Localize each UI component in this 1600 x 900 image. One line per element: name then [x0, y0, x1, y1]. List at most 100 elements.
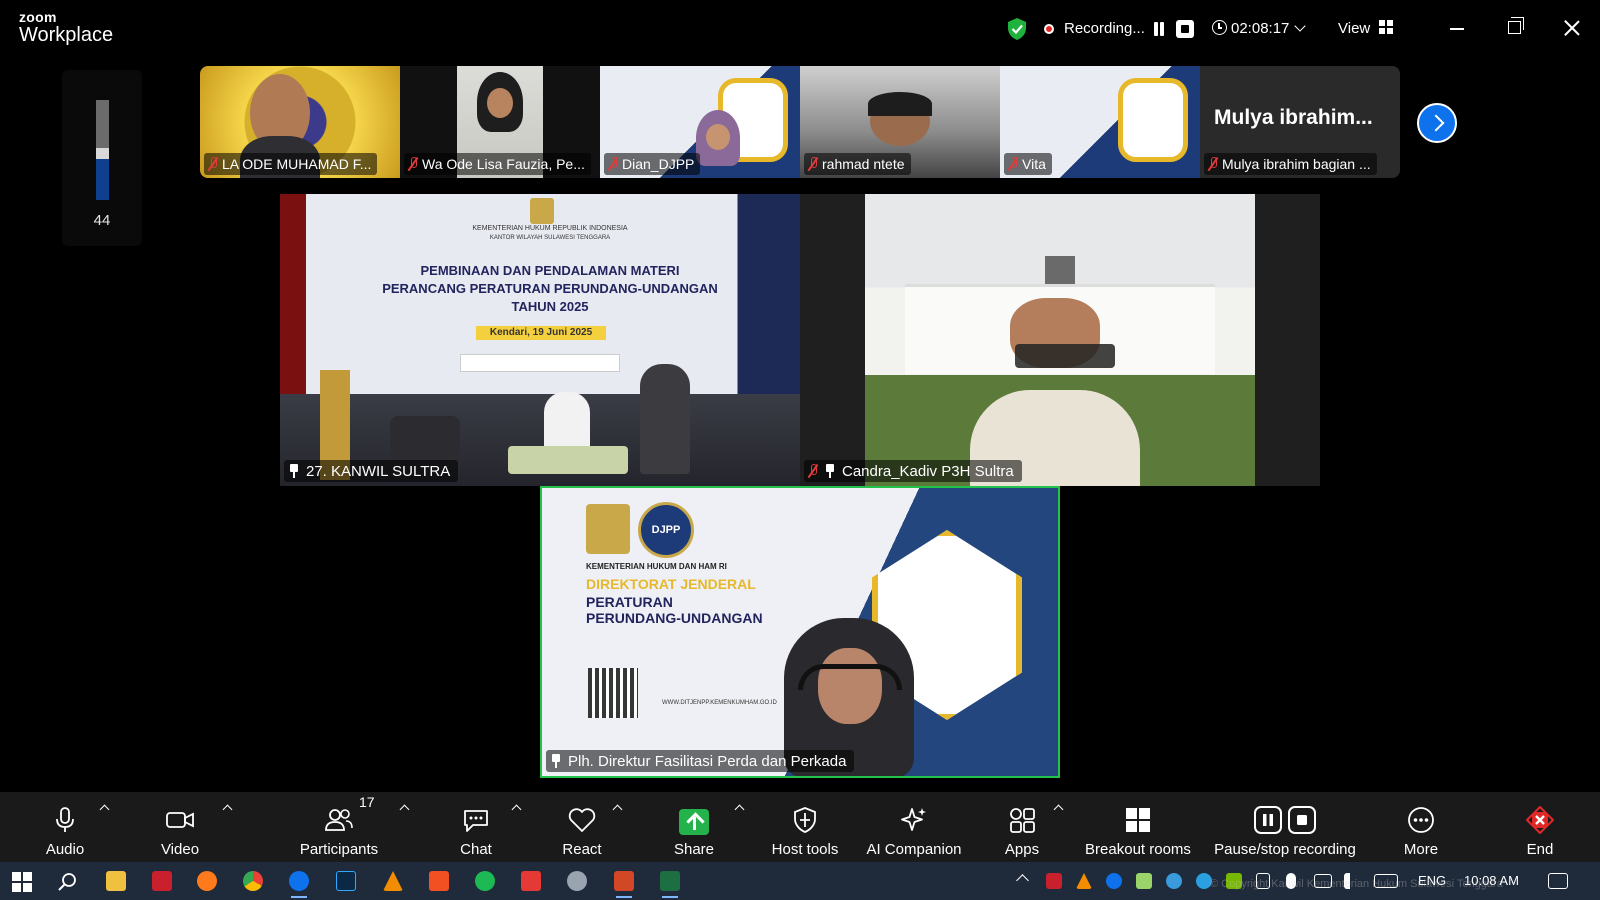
view-menu-button[interactable]: View [1338, 20, 1370, 37]
participant-name: Wa Ode Lisa Fauzia, Pe... [422, 156, 585, 172]
pause-recording-button[interactable] [1150, 20, 1168, 38]
share-screen-icon [679, 809, 709, 835]
participant-name-tag: 27. KANWIL SULTRA [284, 460, 459, 482]
audio-level-marker [96, 148, 109, 159]
timer-chevron-down-icon[interactable] [1294, 20, 1306, 32]
mic-muted-icon [408, 157, 418, 171]
participant-thumbnail-strip: LA ODE MUHAMAD F... Wa Ode Lisa Fauzia, … [200, 66, 1400, 178]
participant-name-tag: Candra_Kadiv P3H Sultra [804, 460, 1022, 482]
participant-thumbnail[interactable]: Vita [1000, 66, 1200, 178]
banner-title-line3: PERUNDANG-UNDANGAN [586, 610, 763, 626]
participant-name-tag: Plh. Direktur Fasilitasi Perda dan Perka… [546, 750, 855, 772]
video-button[interactable]: Video [155, 798, 205, 858]
participant-thumbnail[interactable]: LA ODE MUHAMAD F... [200, 66, 400, 178]
chat-button[interactable]: Chat [456, 798, 496, 858]
participant-name-tag: Vita [1004, 153, 1052, 175]
mic-muted-icon [808, 157, 818, 171]
meeting-timer[interactable]: 02:08:17 [1231, 20, 1289, 37]
participant-thumbnail[interactable]: rahmad ntete [800, 66, 1000, 178]
share-button[interactable]: Share [670, 798, 718, 858]
encryption-shield-icon[interactable] [1006, 17, 1028, 41]
notification-center-icon[interactable] [1548, 873, 1568, 889]
excel-icon[interactable] [660, 871, 680, 898]
audio-options-chevron-icon[interactable] [99, 804, 110, 815]
spotify-icon[interactable] [475, 871, 495, 891]
chat-bubble-icon [464, 810, 488, 832]
audio-level-widget: 44 [62, 70, 142, 246]
restore-window-button[interactable] [1508, 17, 1524, 34]
close-window-button[interactable] [1562, 18, 1582, 38]
apps-button[interactable]: Apps [1002, 798, 1042, 858]
zoom-taskbar-icon[interactable] [289, 871, 309, 898]
ai-companion-label: AI Companion [866, 841, 962, 858]
apps-icon [1010, 808, 1035, 833]
participant-name: Plh. Direktur Fasilitasi Perda dan Perka… [568, 752, 847, 770]
firefox-icon[interactable] [197, 871, 217, 891]
banner-org-line1: KEMENTERIAN HUKUM REPUBLIK INDONESIA [472, 225, 628, 232]
next-page-arrow-icon[interactable] [1417, 103, 1457, 143]
file-explorer-icon[interactable] [106, 871, 126, 891]
powerpoint-icon[interactable] [614, 871, 634, 898]
participant-thumbnail[interactable]: Mulya ibrahim... Mulya ibrahim bagian ..… [1200, 66, 1400, 178]
windows-start-icon[interactable] [12, 872, 32, 892]
end-label: End [1526, 841, 1554, 858]
chrome-icon[interactable] [243, 871, 263, 891]
vlc-icon[interactable] [383, 871, 403, 891]
tray-zoom-icon[interactable] [1106, 873, 1122, 889]
ai-companion-button[interactable]: AI Companion [864, 798, 964, 858]
mic-muted-icon [1208, 157, 1218, 171]
banner-org: KEMENTERIAN HUKUM DAN HAM RI [586, 562, 727, 571]
tray-globe-icon[interactable] [1166, 873, 1182, 889]
title-bar: zoom Workplace Recording... 02:08:17 Vie… [0, 0, 1600, 58]
grid-view-icon[interactable] [1379, 20, 1393, 34]
djpp-badge: DJPP [638, 502, 694, 558]
participant-name: 27. KANWIL SULTRA [306, 462, 451, 480]
tray-vlc-icon[interactable] [1076, 873, 1092, 889]
pin-icon [550, 754, 562, 768]
palace-emblem [1045, 256, 1075, 284]
participant-name-tag: Mulya ibrahim bagian ... [1204, 153, 1377, 175]
pdf-app-icon[interactable] [152, 871, 172, 891]
more-button[interactable]: More [1396, 798, 1446, 858]
pause-stop-recording-button[interactable]: Pause/stop recording [1210, 798, 1360, 858]
clock-icon [1212, 20, 1227, 35]
audio-label: Audio [45, 841, 85, 858]
banner-title-line2: PERATURAN [586, 594, 673, 610]
end-meeting-button[interactable]: End [1520, 798, 1560, 858]
video-tile-active-speaker[interactable]: DJPP KEMENTERIAN HUKUM DAN HAM RI DIREKT… [540, 486, 1060, 778]
participant-name: Dian_DJPP [622, 156, 695, 172]
mic-muted-icon [608, 157, 618, 171]
audio-level-value: 44 [93, 212, 111, 229]
breakout-rooms-button[interactable]: Breakout rooms [1082, 798, 1194, 858]
video-options-chevron-icon[interactable] [222, 804, 233, 815]
participant-name-tag: Wa Ode Lisa Fauzia, Pe... [404, 153, 591, 175]
document-app-icon[interactable] [429, 871, 449, 891]
video-tile-kanwil-sultra[interactable]: KEMENTERIAN HUKUM REPUBLIK INDONESIA KAN… [280, 194, 800, 486]
share-options-chevron-icon[interactable] [734, 804, 745, 815]
ministry-emblem-icon [530, 198, 554, 224]
video-tile-candra[interactable]: Candra_Kadiv P3H Sultra [800, 194, 1320, 486]
chat-options-chevron-icon[interactable] [511, 804, 522, 815]
minimize-window-button[interactable] [1450, 28, 1464, 30]
participant-thumbnail[interactable]: Wa Ode Lisa Fauzia, Pe... [400, 66, 600, 178]
tray-acrobat-icon[interactable] [1046, 873, 1062, 889]
audio-button[interactable]: Audio [40, 798, 90, 858]
participant-thumbnail[interactable]: Dian_DJPP [600, 66, 800, 178]
host-tools-label: Host tools [771, 841, 839, 858]
react-button[interactable]: React [562, 798, 602, 858]
participant-name: Mulya ibrahim bagian ... [1222, 156, 1371, 172]
react-options-chevron-icon[interactable] [612, 804, 623, 815]
tray-app-icon[interactable] [1136, 873, 1152, 889]
host-tools-button[interactable]: Host tools [768, 798, 842, 858]
participant-face [487, 88, 513, 118]
participants-options-chevron-icon[interactable] [399, 804, 410, 815]
banner-title-line1: DIREKTORAT JENDERAL [586, 576, 756, 592]
stop-recording-button[interactable] [1176, 20, 1194, 38]
audio-level-bar [96, 100, 109, 200]
media-app-icon[interactable] [521, 871, 541, 891]
apps-options-chevron-icon[interactable] [1053, 804, 1064, 815]
search-icon[interactable] [57, 872, 77, 892]
utility-app-icon[interactable] [567, 871, 587, 891]
photoshop-icon[interactable] [336, 871, 356, 891]
tray-overflow-chevron-icon[interactable] [1016, 874, 1029, 887]
